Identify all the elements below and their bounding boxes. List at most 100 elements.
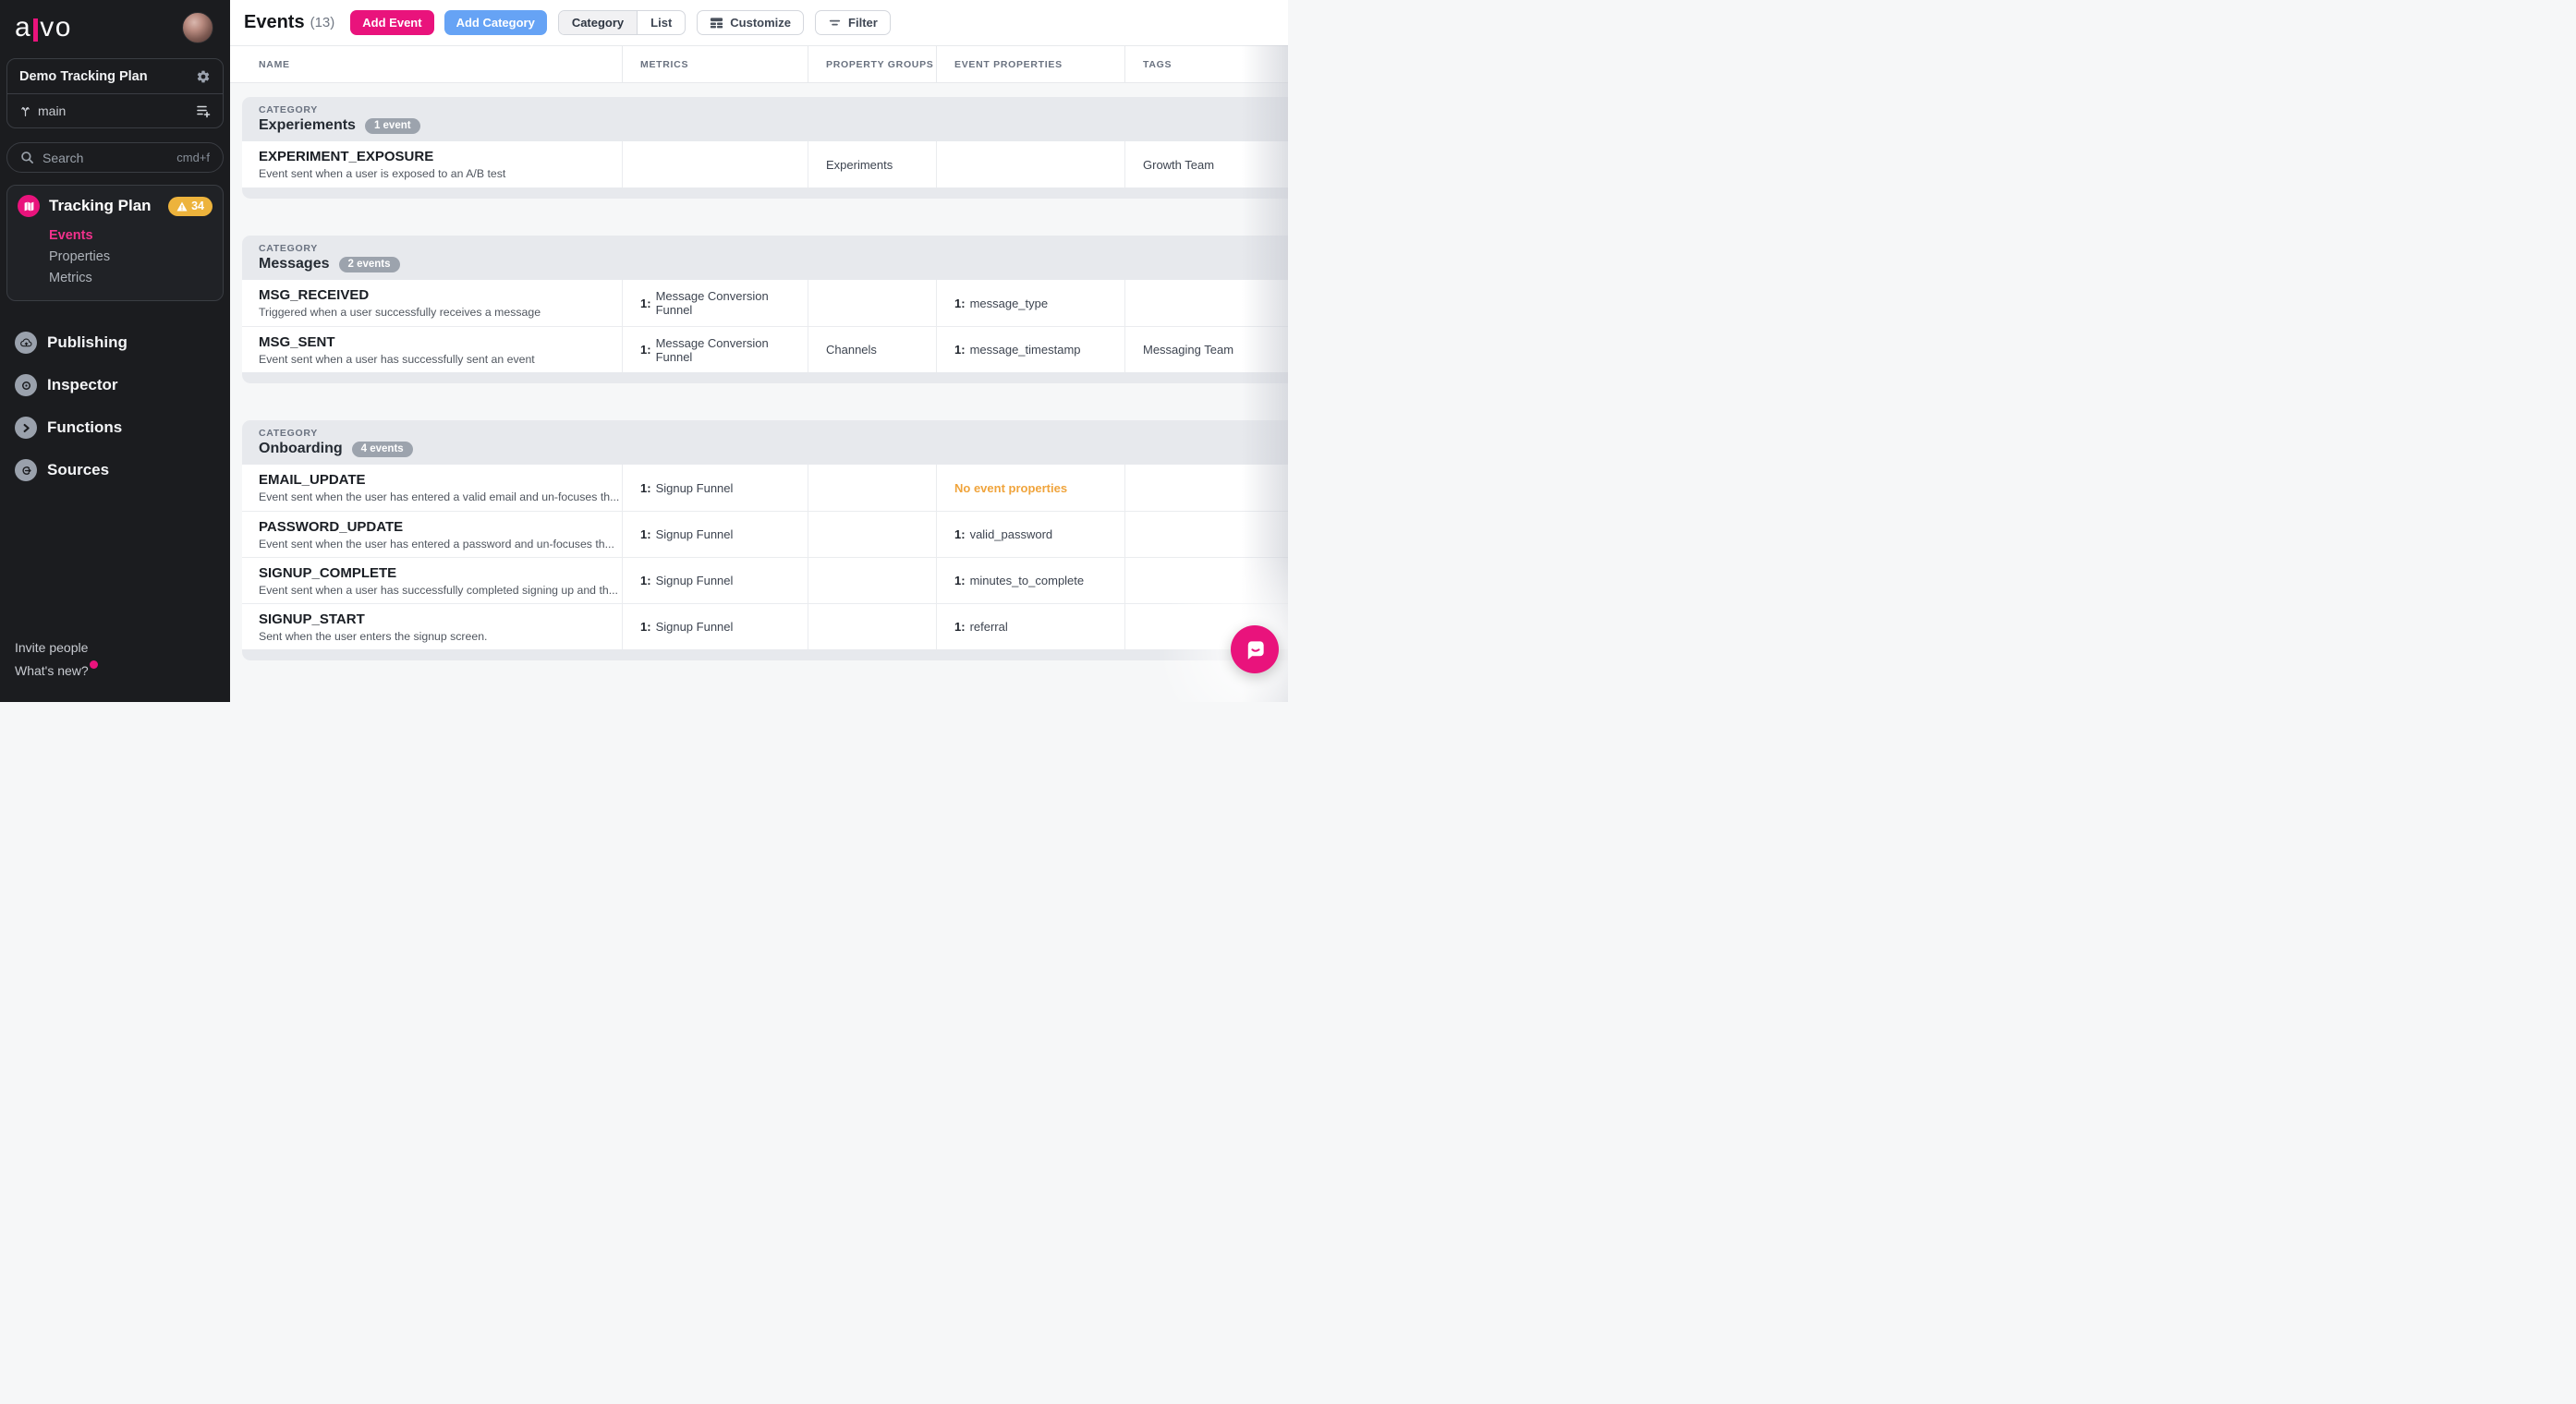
target-icon: [15, 374, 37, 396]
customize-label: Customize: [730, 16, 792, 30]
branch-icon: [19, 105, 31, 117]
filter-label: Filter: [848, 16, 878, 30]
invite-people-link[interactable]: Invite people: [15, 636, 88, 660]
event-row-signup-complete[interactable]: SIGNUP_COMPLETE Event sent when a user h…: [242, 557, 1288, 603]
main-content: Events (13) Add Event Add Category Categ…: [230, 0, 1288, 702]
sidebar-item-inspector[interactable]: Inspector: [0, 364, 230, 406]
event-description: Event sent when the user has entered a p…: [259, 537, 614, 551]
branch-name: main: [38, 103, 67, 118]
search-icon: [20, 151, 34, 164]
user-avatar[interactable]: [182, 12, 213, 43]
category-header[interactable]: Category Messages 2 events: [242, 236, 1288, 280]
event-name: SIGNUP_COMPLETE: [259, 564, 397, 581]
publishing-label: Publishing: [47, 333, 128, 351]
workspace-name: Demo Tracking Plan: [19, 68, 148, 84]
sidebar: a vo Demo Tracking Plan main Search cmd+…: [0, 0, 230, 702]
sidebar-footer: Invite people What's new?: [0, 636, 230, 702]
gear-icon[interactable]: [196, 69, 211, 84]
customize-button[interactable]: Customize: [697, 10, 805, 35]
event-description: Event sent when a user is exposed to an …: [259, 167, 506, 180]
tags-cell: Messaging Team: [1124, 327, 1288, 372]
chat-button[interactable]: [1231, 625, 1279, 673]
branch-row[interactable]: main: [7, 93, 223, 127]
issues-count: 34: [191, 200, 204, 212]
category-section-messages: Category Messages 2 events MSG_RECEIVED …: [242, 236, 1288, 383]
category-header[interactable]: Category Onboarding 4 events: [242, 420, 1288, 465]
event-name: SIGNUP_START: [259, 611, 365, 627]
column-header-tags: Tags: [1124, 46, 1288, 82]
tags-cell: Growth Team: [1124, 141, 1288, 188]
view-toggle-list[interactable]: List: [638, 11, 685, 34]
sidebar-item-tracking-plan[interactable]: Tracking Plan 34: [18, 195, 213, 217]
workspace-row[interactable]: Demo Tracking Plan: [7, 59, 223, 93]
search-input[interactable]: Search cmd+f: [6, 142, 224, 173]
category-footer-strip: [242, 372, 1288, 383]
event-name: MSG_RECEIVED: [259, 287, 370, 303]
add-event-button[interactable]: Add Event: [350, 10, 434, 35]
source-connection-icon: [15, 459, 37, 481]
filter-icon: [829, 19, 841, 26]
category-header[interactable]: Category Experiements 1 event: [242, 97, 1288, 141]
filter-button[interactable]: Filter: [815, 10, 891, 35]
events-list: Category Experiements 1 event EXPERIMENT…: [230, 83, 1288, 702]
property-groups-cell: [808, 512, 936, 557]
table-header: Name Metrics Property Groups Event Prope…: [230, 45, 1288, 83]
inspector-label: Inspector: [47, 376, 118, 393]
avo-app: a vo Demo Tracking Plan main Search cmd+…: [0, 0, 1288, 702]
sidebar-item-publishing[interactable]: Publishing: [0, 321, 230, 364]
event-row-msg-sent[interactable]: MSG_SENT Event sent when a user has succ…: [242, 326, 1288, 372]
tracking-plan-subnav: Events Properties Metrics: [49, 225, 213, 289]
category-section-experiements: Category Experiements 1 event EXPERIMENT…: [242, 97, 1288, 199]
event-properties-cell: [936, 141, 1124, 188]
category-name: Experiements: [259, 117, 356, 133]
property-groups-cell: [808, 280, 936, 326]
tags-cell: [1124, 280, 1288, 326]
workspace-card: Demo Tracking Plan main: [6, 58, 224, 128]
column-header-property-groups: Property Groups: [808, 46, 936, 82]
issues-badge[interactable]: 34: [168, 196, 213, 216]
avo-logo[interactable]: a vo: [15, 12, 72, 43]
event-row-password-update[interactable]: PASSWORD_UPDATE Event sent when the user…: [242, 511, 1288, 557]
metrics-cell: 1: Message Conversion Funnel: [622, 327, 808, 372]
metrics-cell: 1: Message Conversion Funnel: [622, 280, 808, 326]
grid-columns-icon: [711, 18, 723, 29]
event-name: MSG_SENT: [259, 333, 335, 350]
sidebar-item-functions[interactable]: Functions: [0, 406, 230, 449]
event-row-msg-received[interactable]: MSG_RECEIVED Triggered when a user succe…: [242, 280, 1288, 326]
sidebar-item-properties[interactable]: Properties: [49, 247, 213, 268]
event-description: Event sent when a user has successfully …: [259, 352, 535, 366]
metrics-cell: 1: Signup Funnel: [622, 512, 808, 557]
property-groups-cell: [808, 604, 936, 649]
tracking-plan-card: Tracking Plan 34 Events Properties Metri…: [6, 185, 224, 301]
event-description: Triggered when a user successfully recei…: [259, 306, 541, 319]
event-properties-cell: 1: message_timestamp: [936, 327, 1124, 372]
event-name: PASSWORD_UPDATE: [259, 518, 404, 535]
sidebar-item-metrics[interactable]: Metrics: [49, 268, 213, 289]
property-groups-cell: [808, 558, 936, 603]
category-kicker: Category: [259, 104, 318, 115]
column-header-name: Name: [259, 58, 290, 70]
event-row-experiment-exposure[interactable]: EXPERIMENT_EXPOSURE Event sent when a us…: [242, 141, 1288, 188]
sidebar-item-events[interactable]: Events: [49, 225, 213, 247]
event-description: Event sent when the user has entered a v…: [259, 490, 620, 503]
view-toggle-category[interactable]: Category: [558, 11, 638, 34]
category-kicker: Category: [259, 428, 318, 439]
tags-cell: [1124, 465, 1288, 511]
category-kicker: Category: [259, 243, 318, 254]
category-event-count-badge: 4 events: [351, 441, 413, 457]
column-header-event-properties: Event Properties: [936, 46, 1124, 82]
metrics-cell: 1: Signup Funnel: [622, 558, 808, 603]
sidebar-item-sources[interactable]: Sources: [0, 449, 230, 491]
logo-letters-vo: vo: [40, 12, 72, 42]
map-icon: [18, 195, 40, 217]
whats-new-link[interactable]: What's new?: [15, 660, 89, 683]
event-row-email-update[interactable]: EMAIL_UPDATE Event sent when the user ha…: [242, 465, 1288, 511]
page-header: Events (13) Add Event Add Category Categ…: [230, 0, 1288, 45]
add-category-button[interactable]: Add Category: [444, 10, 547, 35]
logo-letter-a: a: [15, 12, 32, 42]
search-placeholder: Search: [43, 150, 84, 165]
logo-pink-bar: [33, 18, 39, 42]
sidebar-nav: Publishing Inspector Functions Sources: [0, 321, 230, 491]
add-branch-icon[interactable]: [196, 103, 211, 118]
event-row-signup-start[interactable]: SIGNUP_START Sent when the user enters t…: [242, 603, 1288, 649]
